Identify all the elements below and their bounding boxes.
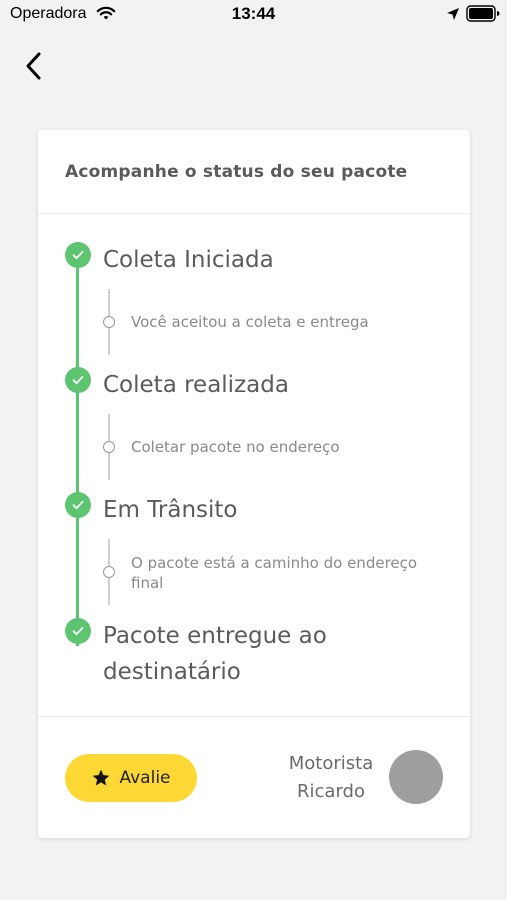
step-title-em-transito: Em Trânsito — [103, 497, 238, 523]
timeline-progress-line — [76, 254, 79, 646]
check-icon — [65, 492, 91, 518]
step-title-coleta-iniciada: Coleta Iniciada — [103, 247, 274, 273]
step-detail: Você aceitou a coleta e entrega — [131, 313, 369, 331]
step-title-coleta-realizada: Coleta realizada — [103, 372, 289, 398]
rate-button-label: Avalie — [119, 768, 171, 788]
card-header: Acompanhe o status do seu pacote — [38, 130, 470, 214]
location-arrow-icon — [446, 7, 460, 26]
battery-icon — [466, 5, 500, 27]
card-footer: Avalie Motorista Ricardo — [38, 717, 470, 837]
step-title-pacote-entregue: Pacote entregue ao destinatário — [103, 623, 327, 685]
avatar[interactable] — [389, 750, 443, 804]
rate-button[interactable]: Avalie — [65, 754, 197, 802]
status-bar: Operadora 13:44 — [0, 0, 507, 30]
step-detail: O pacote está a caminho do endereço fina… — [131, 554, 418, 592]
check-icon — [65, 367, 91, 393]
back-button[interactable] — [16, 48, 52, 84]
driver-info: Motorista Ricardo — [276, 750, 386, 806]
status-time: 13:44 — [231, 4, 276, 23]
package-status-card: Acompanhe o status do seu pacote Coleta … — [38, 130, 470, 838]
substep-dot — [103, 441, 115, 453]
driver-name: Ricardo — [297, 781, 365, 802]
check-icon — [65, 242, 91, 268]
card-title: Acompanhe o status do seu pacote — [65, 162, 408, 182]
substep-dot — [103, 566, 115, 578]
star-icon — [93, 769, 110, 786]
substep-dot — [103, 316, 115, 328]
chevron-left-icon — [26, 52, 41, 80]
status-timeline: Coleta Iniciada Você aceitou a coleta e … — [38, 214, 470, 717]
driver-role: Motorista — [288, 753, 374, 774]
step-detail: Coletar pacote no endereço — [131, 438, 340, 456]
check-icon — [65, 618, 91, 644]
